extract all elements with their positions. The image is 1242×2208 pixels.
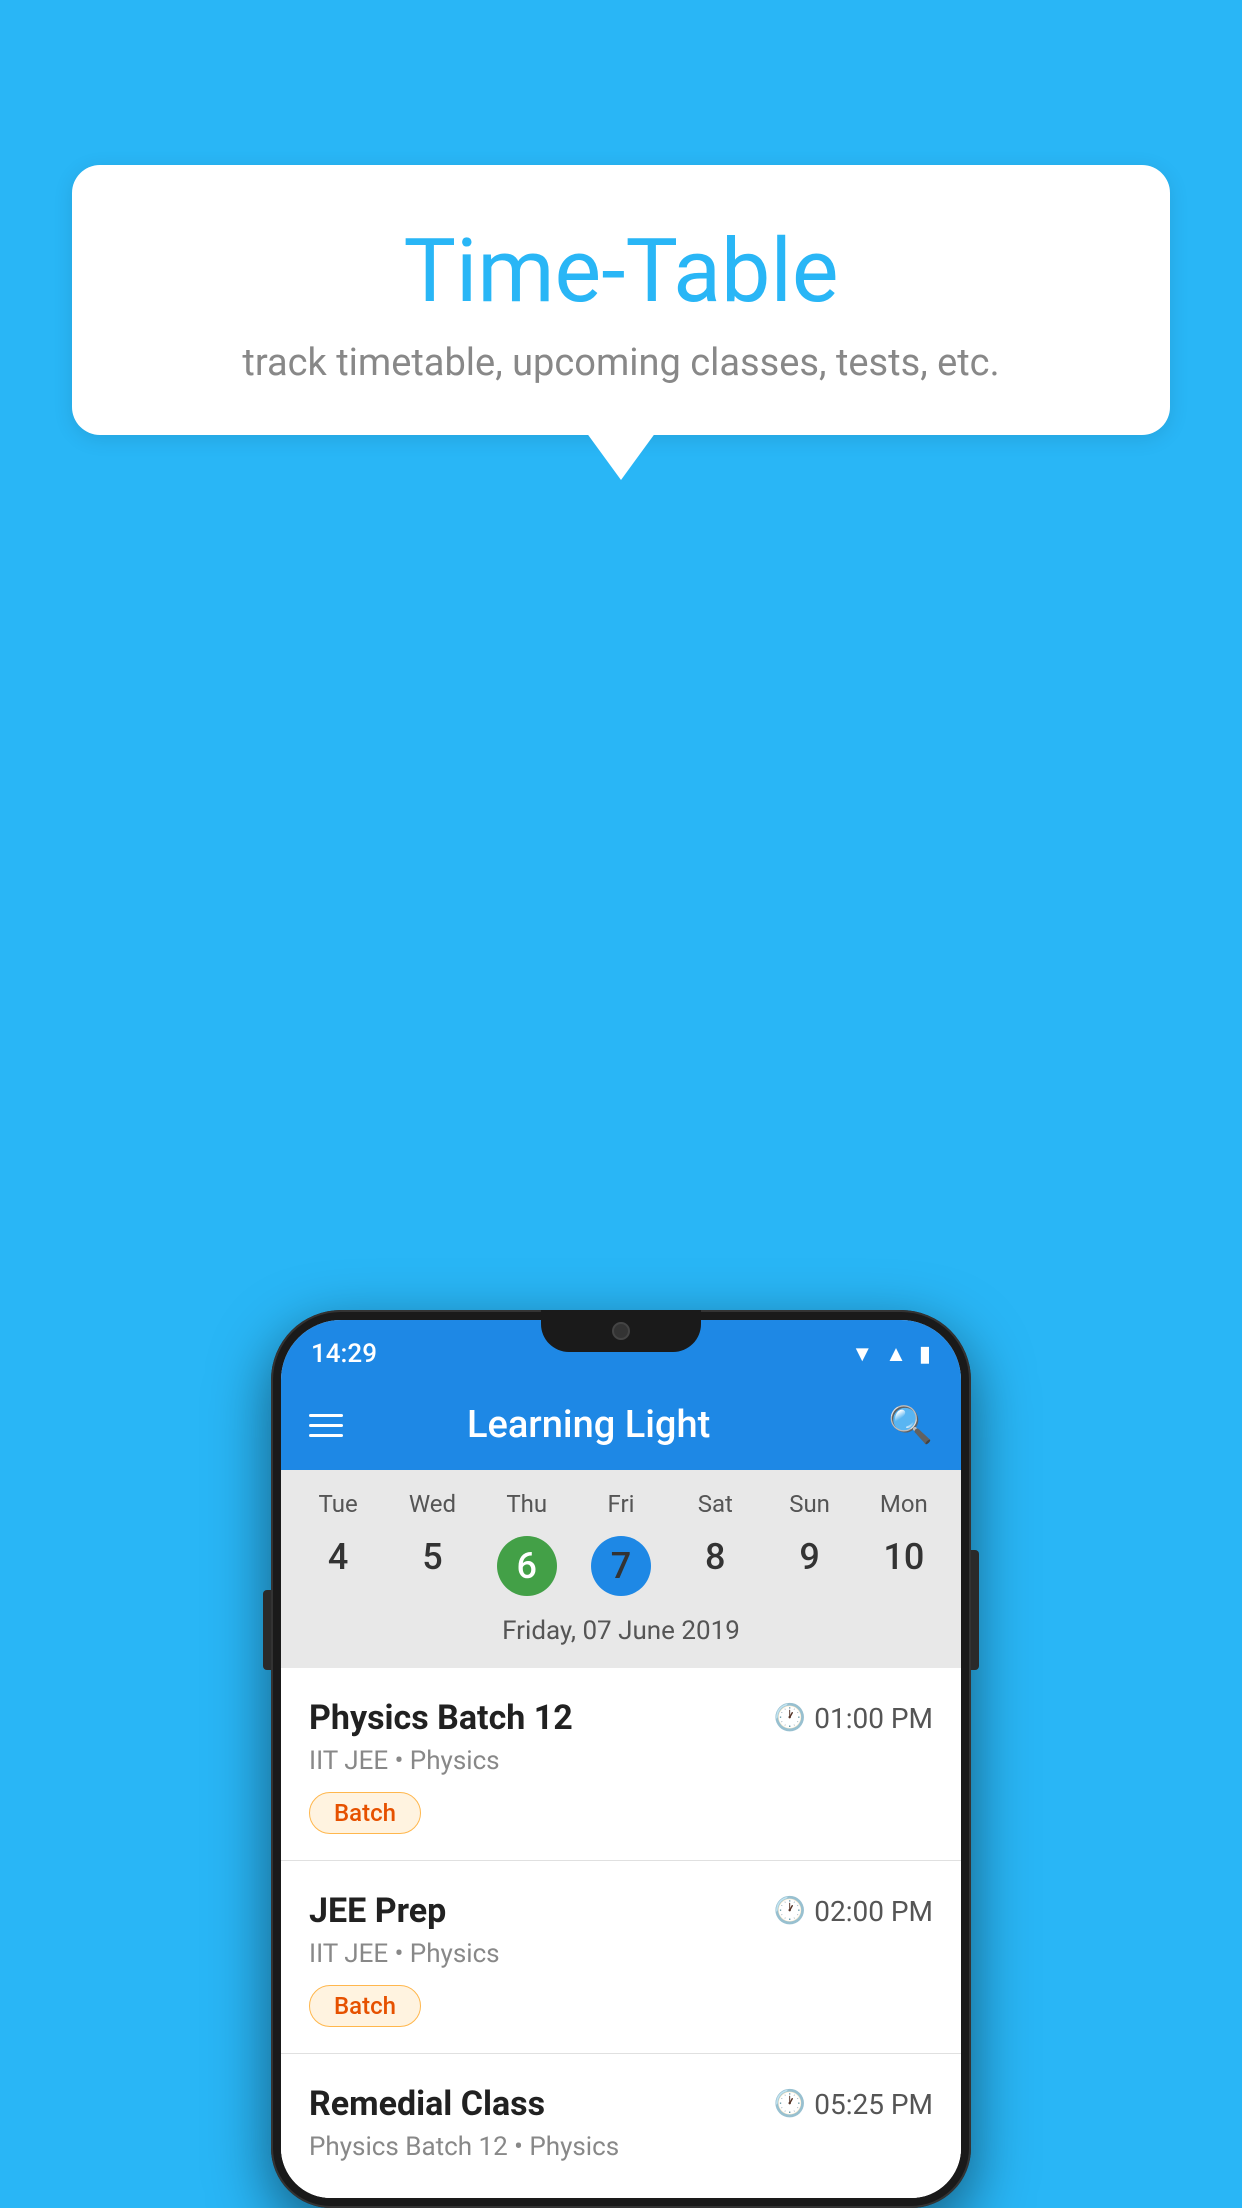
day-label-sat: Sat <box>668 1490 762 1518</box>
schedule-item-1-time: 🕐 01:00 PM <box>774 1702 933 1735</box>
speech-bubble: Time-Table track timetable, upcoming cla… <box>72 165 1170 435</box>
speech-bubble-container: Time-Table track timetable, upcoming cla… <box>72 165 1170 435</box>
day-label-sun: Sun <box>762 1490 856 1518</box>
day-6-today[interactable]: 6 <box>480 1528 574 1604</box>
day-9[interactable]: 9 <box>762 1528 856 1604</box>
bubble-title: Time-Table <box>132 220 1110 323</box>
day-label-fri: Fri <box>574 1490 668 1518</box>
schedule-item-1-subtitle: IIT JEE • Physics <box>309 1746 933 1776</box>
day-numbers: 4 5 6 7 8 9 10 <box>291 1528 951 1604</box>
batch-badge-1: Batch <box>309 1792 421 1834</box>
hamburger-menu[interactable] <box>309 1414 343 1437</box>
schedule-item-2[interactable]: JEE Prep 🕐 02:00 PM IIT JEE • Physics Ba… <box>281 1861 961 2054</box>
schedule-item-3-title: Remedial Class <box>309 2084 545 2124</box>
wifi-icon: ▼ <box>851 1341 873 1367</box>
status-time: 14:29 <box>311 1339 377 1369</box>
calendar-header: Tue Wed Thu Fri Sat Sun Mon 4 5 6 7 <box>281 1470 961 1668</box>
day-label-tue: Tue <box>291 1490 385 1518</box>
clock-icon-3: 🕐 <box>774 2089 806 2119</box>
app-title: Learning Light <box>363 1403 814 1447</box>
day-labels: Tue Wed Thu Fri Sat Sun Mon <box>291 1490 951 1518</box>
day-label-mon: Mon <box>857 1490 951 1518</box>
schedule-item-3[interactable]: Remedial Class 🕐 05:25 PM Physics Batch … <box>281 2054 961 2198</box>
schedule-list: Physics Batch 12 🕐 01:00 PM IIT JEE • Ph… <box>281 1668 961 2198</box>
phone-device: 14:29 ▼ ▲ ▮ Learning Light 🔍 Tue <box>271 1310 971 2208</box>
selected-date: Friday, 07 June 2019 <box>291 1616 951 1658</box>
day-8[interactable]: 8 <box>668 1528 762 1604</box>
clock-icon-1: 🕐 <box>774 1703 806 1733</box>
schedule-item-1-header: Physics Batch 12 🕐 01:00 PM <box>309 1698 933 1738</box>
schedule-item-3-header: Remedial Class 🕐 05:25 PM <box>309 2084 933 2124</box>
search-icon[interactable]: 🔍 <box>888 1404 933 1446</box>
day-7-selected[interactable]: 7 <box>574 1528 668 1604</box>
schedule-item-3-subtitle: Physics Batch 12 • Physics <box>309 2132 933 2162</box>
schedule-item-2-subtitle: IIT JEE • Physics <box>309 1939 933 1969</box>
clock-icon-2: 🕐 <box>774 1896 806 1926</box>
bubble-subtitle: track timetable, upcoming classes, tests… <box>132 341 1110 385</box>
phone-notch <box>541 1310 701 1352</box>
day-label-thu: Thu <box>480 1490 574 1518</box>
batch-badge-2: Batch <box>309 1985 421 2027</box>
battery-icon: ▮ <box>919 1342 931 1367</box>
phone-screen: 14:29 ▼ ▲ ▮ Learning Light 🔍 Tue <box>281 1320 961 2198</box>
phone-outer: 14:29 ▼ ▲ ▮ Learning Light 🔍 Tue <box>271 1310 971 2208</box>
status-icons: ▼ ▲ ▮ <box>851 1341 931 1367</box>
day-label-wed: Wed <box>385 1490 479 1518</box>
signal-icon: ▲ <box>885 1341 907 1367</box>
schedule-item-2-time: 🕐 02:00 PM <box>774 1895 933 1928</box>
schedule-item-1-title: Physics Batch 12 <box>309 1698 573 1738</box>
schedule-item-1[interactable]: Physics Batch 12 🕐 01:00 PM IIT JEE • Ph… <box>281 1668 961 1861</box>
schedule-item-2-title: JEE Prep <box>309 1891 446 1931</box>
schedule-item-3-time: 🕐 05:25 PM <box>774 2088 933 2121</box>
day-4[interactable]: 4 <box>291 1528 385 1604</box>
app-bar: Learning Light 🔍 <box>281 1380 961 1470</box>
day-10[interactable]: 10 <box>857 1528 951 1604</box>
schedule-item-2-header: JEE Prep 🕐 02:00 PM <box>309 1891 933 1931</box>
camera-dot <box>612 1322 630 1340</box>
day-5[interactable]: 5 <box>385 1528 479 1604</box>
